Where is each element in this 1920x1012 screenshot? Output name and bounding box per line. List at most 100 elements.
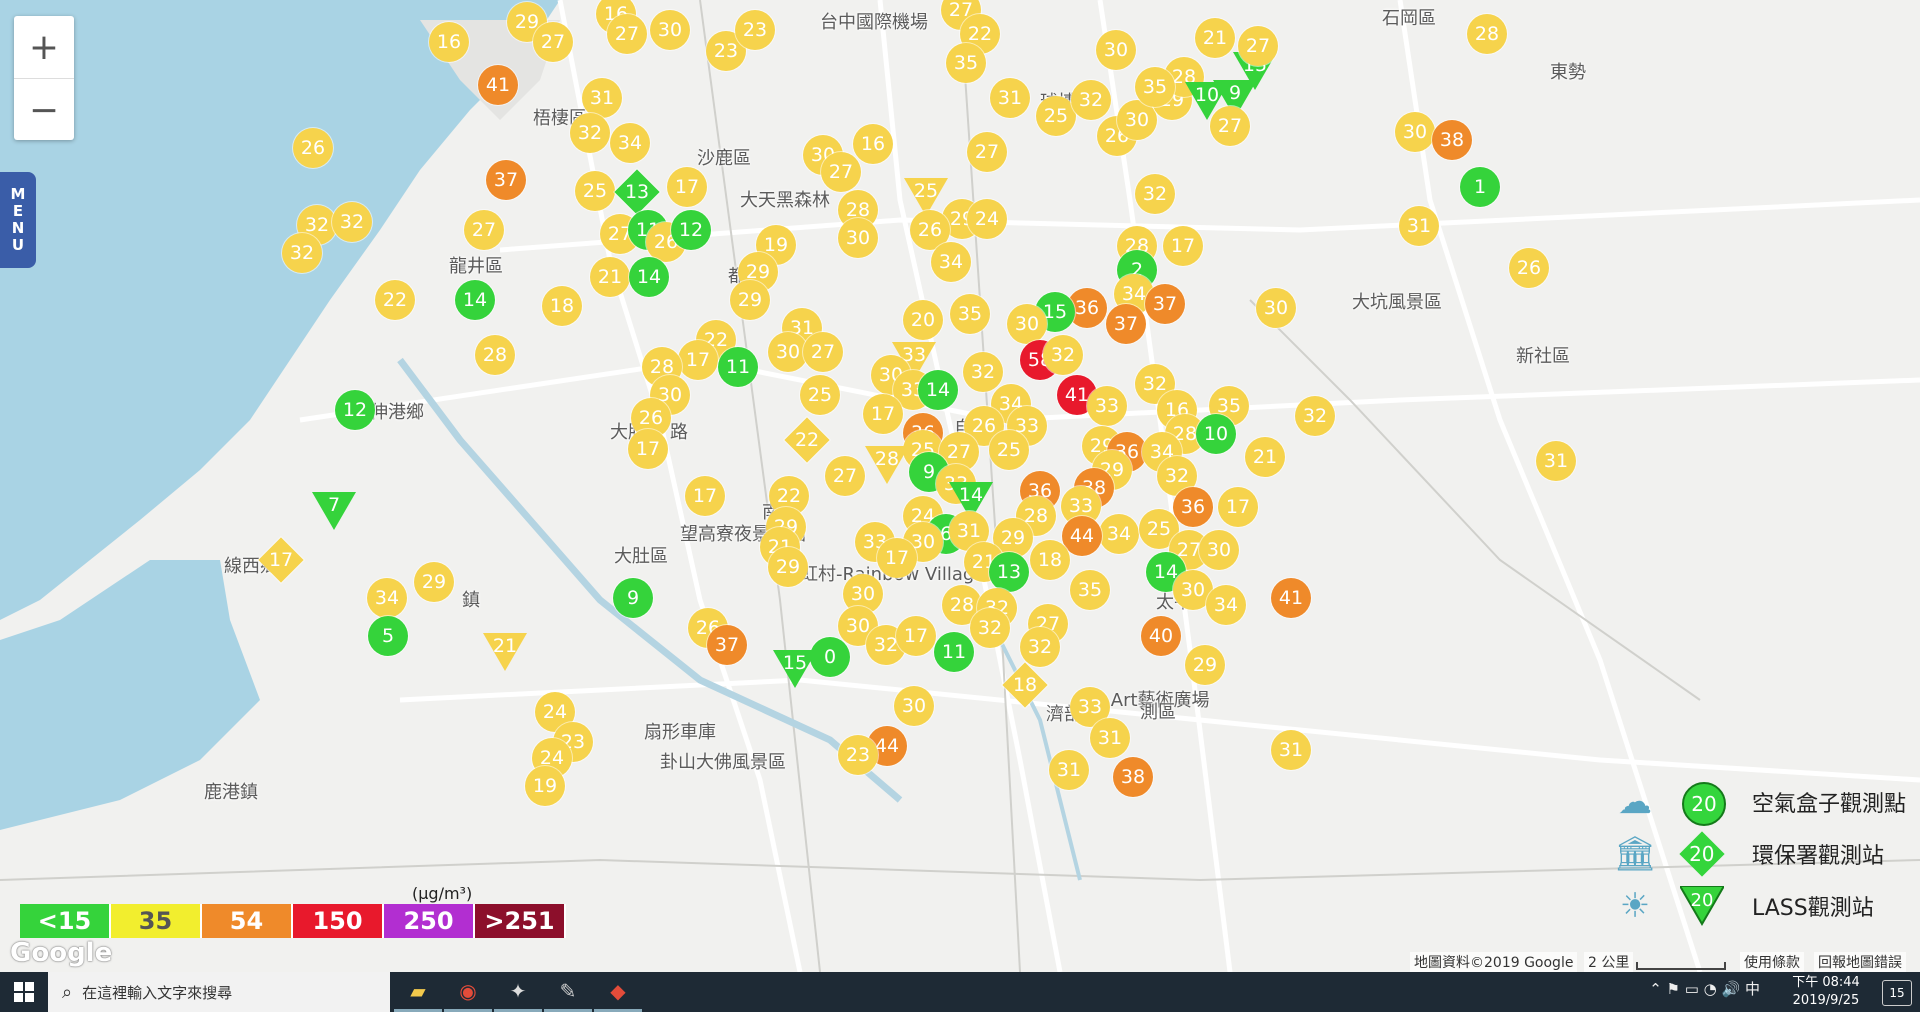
airbox-marker[interactable]: 25 [1036, 96, 1076, 136]
menu-tab[interactable]: M E N U [0, 172, 36, 268]
airbox-marker[interactable]: 31 [1399, 206, 1439, 246]
airbox-marker[interactable]: 18 [542, 286, 582, 326]
airbox-marker[interactable]: 16 [429, 22, 469, 62]
airbox-marker[interactable]: 30 [768, 332, 808, 372]
airbox-marker[interactable]: 17 [667, 167, 707, 207]
airbox-marker[interactable]: 21 [1245, 437, 1285, 477]
airbox-marker[interactable]: 5 [368, 616, 408, 656]
airbox-marker[interactable]: 10 [1196, 414, 1236, 454]
airbox-marker[interactable]: 30 [1256, 288, 1296, 328]
airbox-marker[interactable]: 27 [803, 332, 843, 372]
airbox-marker[interactable]: 31 [1536, 441, 1576, 481]
airbox-marker[interactable]: 33 [1087, 386, 1127, 426]
airbox-marker[interactable]: 31 [1090, 718, 1130, 758]
airbox-marker[interactable]: 29 [1185, 645, 1225, 685]
airbox-marker[interactable]: 32 [1295, 396, 1335, 436]
airbox-marker[interactable]: 26 [1509, 248, 1549, 288]
airbox-marker[interactable]: 29 [414, 562, 454, 602]
airbox-marker[interactable]: 27 [607, 14, 647, 54]
airbox-marker[interactable]: 27 [825, 456, 865, 496]
airbox-marker[interactable]: 12 [335, 390, 375, 430]
chrome-icon[interactable]: ◉ [444, 972, 492, 1012]
airbox-marker[interactable]: 14 [629, 257, 669, 297]
airbox-marker[interactable]: 37 [486, 160, 526, 200]
airbox-marker[interactable]: 32 [282, 233, 322, 273]
ime-indicator[interactable]: 中 [1745, 980, 1760, 998]
airbox-marker[interactable]: 27 [1238, 26, 1278, 66]
system-tray-icons[interactable]: ⌃ ⚑ ▭ ◔ 🔊 中 [1649, 978, 1760, 999]
airbox-marker[interactable]: 14 [455, 280, 495, 320]
airbox-marker[interactable]: 30 [1395, 112, 1435, 152]
airbox-marker[interactable]: 20 [903, 300, 943, 340]
zoom-in-button[interactable]: + [14, 16, 74, 79]
airbox-marker[interactable]: 11 [934, 632, 974, 672]
airbox-marker[interactable]: 13 [989, 552, 1029, 592]
airbox-marker[interactable]: 37 [1106, 304, 1146, 344]
airbox-marker[interactable]: 28 [1467, 14, 1507, 54]
airbox-marker[interactable]: 25 [800, 375, 840, 415]
airbox-marker[interactable]: 17 [685, 476, 725, 516]
airbox-marker[interactable]: 25 [575, 171, 615, 211]
airbox-marker[interactable]: 9 [613, 578, 653, 618]
airbox-marker[interactable]: 26 [293, 128, 333, 168]
airbox-marker[interactable]: 17 [877, 538, 917, 578]
airbox-marker[interactable]: 38 [1113, 757, 1153, 797]
airbox-marker[interactable]: 32 [332, 202, 372, 242]
app-icon[interactable]: ✎ [544, 972, 592, 1012]
airbox-marker[interactable]: 32 [963, 352, 1003, 392]
airbox-marker[interactable]: 28 [475, 335, 515, 375]
airbox-marker[interactable]: 27 [967, 132, 1007, 172]
airbox-marker[interactable]: 17 [1218, 487, 1258, 527]
airbox-marker[interactable]: 32 [1135, 174, 1175, 214]
airbox-marker[interactable]: 31 [990, 78, 1030, 118]
airbox-marker[interactable]: 32 [1043, 335, 1083, 375]
airbox-marker[interactable]: 1 [1460, 167, 1500, 207]
airbox-marker[interactable]: 34 [610, 123, 650, 163]
app-icon[interactable]: ◆ [594, 972, 642, 1012]
airbox-marker[interactable]: 11 [718, 347, 758, 387]
airbox-marker[interactable]: 23 [735, 10, 775, 50]
lass-station-marker[interactable]: 15 [773, 650, 817, 690]
airbox-marker[interactable]: 21 [590, 257, 630, 297]
airbox-marker[interactable]: 29 [730, 280, 770, 320]
airbox-marker[interactable]: 37 [1145, 284, 1185, 324]
airbox-marker[interactable]: 34 [1099, 514, 1139, 554]
airbox-marker[interactable]: 35 [1070, 570, 1110, 610]
airbox-marker[interactable]: 30 [1007, 304, 1047, 344]
airbox-marker[interactable]: 19 [525, 766, 565, 806]
airbox-marker[interactable]: 25 [989, 430, 1029, 470]
airbox-marker[interactable]: 27 [533, 22, 573, 62]
airbox-marker[interactable]: 21 [1195, 18, 1235, 58]
airbox-marker[interactable]: 30 [1199, 530, 1239, 570]
notification-center-icon[interactable]: 15 [1882, 980, 1912, 1006]
airbox-marker[interactable]: 31 [1271, 730, 1311, 770]
airbox-marker[interactable]: 29 [768, 547, 808, 587]
airbox-marker[interactable]: 17 [896, 616, 936, 656]
terms-link[interactable]: 使用條款 [1740, 952, 1804, 972]
airbox-marker[interactable]: 23 [838, 735, 878, 775]
airbox-marker[interactable]: 27 [464, 210, 504, 250]
zoom-out-button[interactable]: − [14, 79, 74, 141]
airbox-marker[interactable]: 30 [650, 10, 690, 50]
airbox-marker[interactable]: 32 [1071, 80, 1111, 120]
airbox-marker[interactable]: 40 [1141, 616, 1181, 656]
lass-station-marker[interactable]: 7 [312, 492, 356, 532]
lass-station-marker[interactable]: 21 [483, 633, 527, 673]
airbox-marker[interactable]: 17 [678, 340, 718, 380]
airbox-marker[interactable]: 30 [1096, 30, 1136, 70]
airbox-marker[interactable]: 31 [582, 78, 622, 118]
airbox-marker[interactable]: 41 [1271, 578, 1311, 618]
airbox-marker[interactable]: 35 [946, 43, 986, 83]
airbox-marker[interactable]: 27 [1210, 106, 1250, 146]
airbox-marker[interactable]: 32 [970, 608, 1010, 648]
airbox-marker[interactable]: 17 [628, 429, 668, 469]
report-error-link[interactable]: 回報地圖錯誤 [1814, 952, 1906, 972]
airbox-marker[interactable]: 34 [931, 242, 971, 282]
airbox-marker[interactable]: 35 [1135, 67, 1175, 107]
airbox-marker[interactable]: 17 [863, 394, 903, 434]
taskbar-search-box[interactable]: ⌕ 在這裡輸入文字來搜尋 [48, 972, 390, 1012]
airbox-marker[interactable]: 18 [1030, 540, 1070, 580]
airbox-marker[interactable]: 32 [570, 113, 610, 153]
airbox-marker[interactable]: 30 [894, 686, 934, 726]
airbox-marker[interactable]: 14 [918, 370, 958, 410]
